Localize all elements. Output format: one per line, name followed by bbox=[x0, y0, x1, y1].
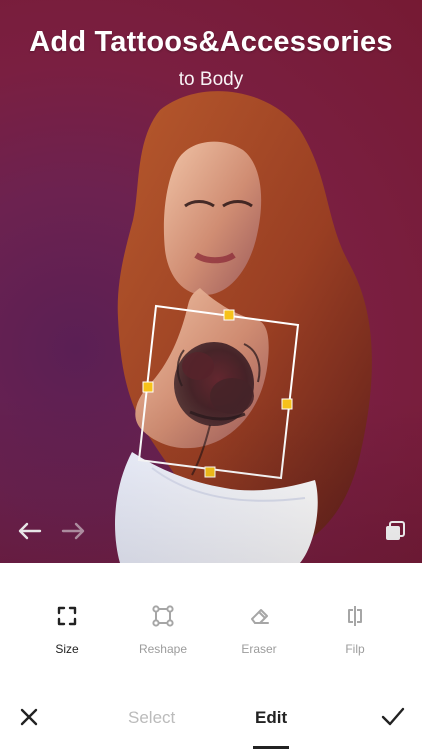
tool-size[interactable]: Size bbox=[25, 603, 109, 663]
layers-icon bbox=[386, 521, 405, 540]
check-icon bbox=[381, 707, 405, 726]
reshape-icon bbox=[152, 605, 174, 627]
screen: Add Tattoos&Accessories to Body Size Res… bbox=[0, 0, 422, 750]
layers-button[interactable] bbox=[383, 519, 407, 543]
resize-handle-right[interactable] bbox=[281, 398, 293, 410]
tool-size-label: Size bbox=[55, 642, 79, 656]
tool-reshape-label: Reshape bbox=[138, 642, 188, 656]
resize-handle-bottom[interactable] bbox=[204, 466, 216, 478]
hero-title: Add Tattoos&Accessories bbox=[29, 26, 393, 58]
size-icon bbox=[57, 606, 77, 626]
tattoo-selection-box[interactable] bbox=[137, 304, 300, 480]
photo-canvas[interactable]: Add Tattoos&Accessories to Body bbox=[0, 0, 422, 563]
bottom-bar: Select Edit bbox=[0, 683, 422, 750]
tool-eraser-label: Eraser bbox=[241, 642, 277, 656]
hero-subtitle: to Body bbox=[178, 69, 244, 90]
eraser-icon bbox=[251, 609, 269, 624]
active-tab-indicator bbox=[253, 746, 289, 749]
close-button[interactable] bbox=[18, 706, 40, 728]
arrow-left-icon bbox=[18, 522, 42, 540]
tool-eraser[interactable]: Eraser bbox=[217, 603, 301, 663]
arrow-right-icon bbox=[61, 522, 85, 540]
close-icon bbox=[20, 708, 38, 726]
model-photo bbox=[115, 91, 372, 563]
flip-icon bbox=[348, 606, 362, 626]
confirm-button[interactable] bbox=[381, 707, 405, 727]
tool-flip-label: Filp bbox=[345, 642, 365, 656]
tool-flip[interactable]: Filp bbox=[313, 603, 397, 663]
tool-palette: Size Reshape Eraser Filp bbox=[0, 563, 422, 683]
tab-select[interactable]: Select bbox=[128, 708, 175, 728]
tab-edit[interactable]: Edit bbox=[255, 708, 287, 728]
tool-reshape[interactable]: Reshape bbox=[121, 603, 205, 663]
resize-handle-left[interactable] bbox=[142, 381, 154, 393]
undo-button[interactable] bbox=[15, 519, 43, 543]
redo-button[interactable] bbox=[60, 519, 88, 543]
resize-handle-top[interactable] bbox=[223, 309, 235, 321]
